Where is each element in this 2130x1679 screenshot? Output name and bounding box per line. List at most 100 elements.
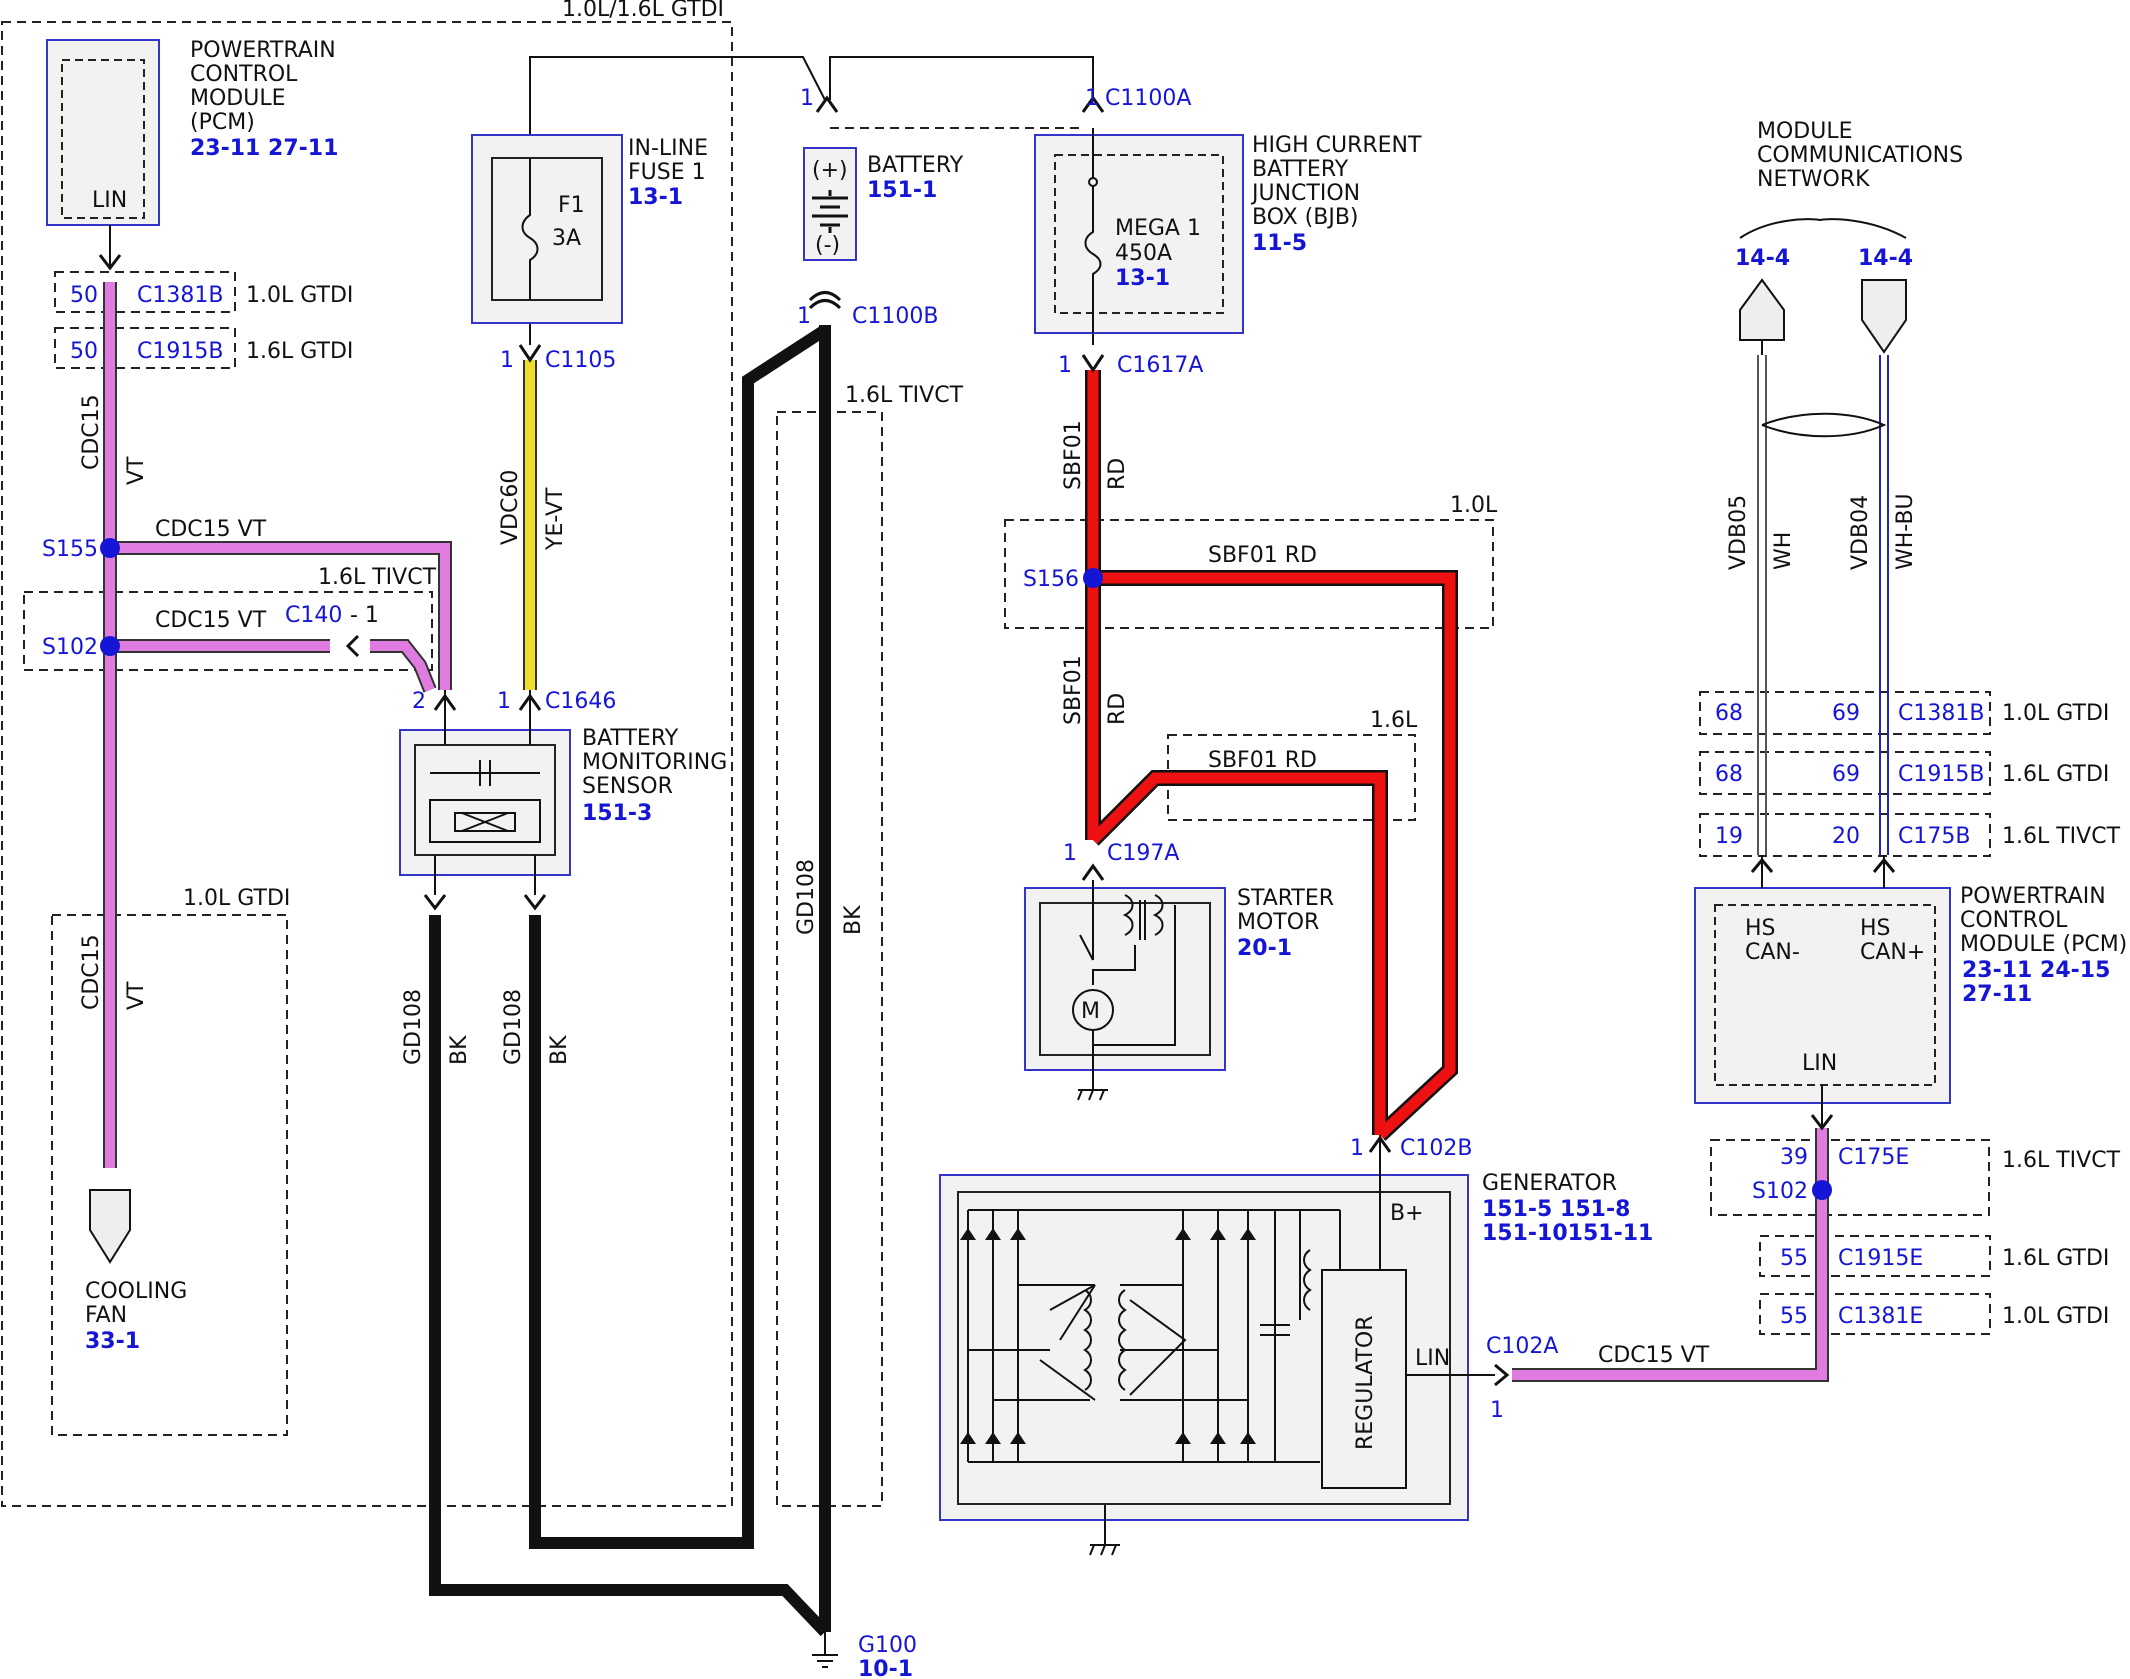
wire-label-ye-vt: YE-VT: [543, 487, 568, 551]
connector-icon-bms-a: [423, 894, 447, 911]
splice-label-s156: S156: [1023, 567, 1079, 592]
fan-title-1: COOLING: [85, 1279, 187, 1304]
conn-c197a: C197A: [1107, 841, 1179, 866]
connector-icon-bms-b: [523, 894, 547, 911]
inline-fuse-box: [471, 134, 623, 324]
conn-c102a: C102A: [1486, 1334, 1558, 1359]
wire-label-bk-b: BK: [547, 1035, 572, 1065]
network-ref-a: 14-4: [1735, 246, 1790, 271]
wire-label-sbf01-10l: SBF01 RD: [1208, 543, 1317, 568]
network-connector-a: [1739, 278, 1785, 355]
pcm2-ref-2: 27-11: [1962, 982, 2032, 1007]
conn-c1617a: C1617A: [1117, 353, 1203, 378]
connector-icon-c102a: [1494, 1363, 1510, 1387]
wire-label-sbf01-b: SBF01: [1061, 655, 1086, 725]
ground-g100-icon: [812, 1632, 838, 1668]
wire-label-cdc15-s155: CDC15 VT: [155, 517, 267, 542]
wire-label-cdc15-s102: CDC15 VT: [155, 608, 267, 633]
wire-label-vt-v2: VT: [124, 981, 149, 1010]
network-title-3: NETWORK: [1757, 167, 1870, 192]
connector-icon-c140: [345, 634, 360, 658]
conn-c175b: C175B: [1898, 824, 1970, 849]
pin-c1617a: 1: [1058, 353, 1072, 378]
label-gtdi16-b: 1.6L GTDI: [2002, 762, 2109, 787]
wire-label-vdb04: VDB04: [1848, 495, 1873, 570]
generator: [939, 1135, 1495, 1556]
label-tivct-3: 1.6L TIVCT: [2002, 824, 2121, 849]
splice-label-s102-right: S102: [1752, 1179, 1808, 1204]
ground-name: G100: [858, 1633, 917, 1658]
wiring-diagram: M 1.0L/1.6L GTDI 1.6L TIVCT 1.0L GTDI 1.…: [1, 0, 2127, 1679]
pcm-right: [1694, 887, 1951, 1128]
network-title-2: COMMUNICATIONS: [1757, 143, 1963, 168]
splice-s155: [100, 538, 120, 558]
pin-55-b: 55: [1780, 1304, 1808, 1329]
wire-label-sbf01-16l: SBF01 RD: [1208, 748, 1317, 773]
wire-cdc15-right: [1512, 1128, 1829, 1382]
pin-20: 20: [1832, 824, 1860, 849]
pin-c102b: 1: [1350, 1136, 1364, 1161]
pin-c1100a: 1: [1085, 86, 1099, 111]
gen-regulator: REGULATOR: [1353, 1316, 1378, 1450]
starter-motor: M: [1024, 880, 1226, 1101]
connector-icon-c1105: [518, 344, 542, 363]
label-1l: 1.0L: [1450, 493, 1498, 518]
label-tivct-4: 1.6L TIVCT: [2002, 1148, 2121, 1173]
fan-ref: 33-1: [85, 1329, 140, 1354]
conn-c140-pin: - 1: [350, 603, 379, 628]
pin-c197a: 1: [1063, 841, 1077, 866]
bjb-fuse-ref: 13-1: [1115, 266, 1170, 291]
conn-c1105: C1105: [545, 348, 616, 373]
pin-68-a: 68: [1715, 701, 1743, 726]
conn-c102b: C102B: [1400, 1136, 1472, 1161]
bms-title-3: SENSOR: [582, 774, 673, 799]
pcm-ref: 23-11 27-11: [190, 136, 338, 161]
conn-c1381e: C1381E: [1838, 1304, 1923, 1329]
network-brace: [1739, 218, 1907, 239]
splice-s102-right: [1812, 1180, 1832, 1200]
wire-gd108-b: [529, 324, 829, 1549]
network-connector-b: [1861, 279, 1907, 354]
wire-label-sbf01-a: SBF01: [1061, 420, 1086, 490]
battery-plus: (+): [812, 158, 848, 183]
gen-bplus: B+: [1390, 1201, 1424, 1226]
wire-label-cdc15-v2: CDC15: [79, 934, 104, 1010]
connector-icon-c1617a: [1081, 354, 1105, 373]
battery-monitoring-sensor: [399, 690, 571, 895]
pcm2-ref-1: 23-11 24-15: [1962, 958, 2110, 983]
pcm-title-4: (PCM): [190, 110, 255, 135]
label-gtdi16-a: 1.6L GTDI: [246, 339, 353, 364]
label-gtdi10-a: 1.0L GTDI: [246, 283, 353, 308]
conn-c175e: C175E: [1838, 1145, 1909, 1170]
wire-label-rd-b: RD: [1105, 693, 1130, 725]
bjb-title-3: JUNCTION: [1250, 181, 1360, 206]
battery-ref: 151-1: [867, 178, 937, 203]
splice-label-s155: S155: [42, 537, 98, 562]
starter-ref: 20-1: [1237, 936, 1292, 961]
splice-s156: [1083, 568, 1103, 588]
pin-c1100a-left: 1: [800, 86, 814, 111]
wire-label-wh-bu: WH-BU: [1893, 493, 1918, 570]
wire-label-wh: WH: [1771, 532, 1796, 570]
bjb-ref: 11-5: [1252, 231, 1307, 256]
label-gtdi10-b: 1.0L GTDI: [2002, 701, 2109, 726]
gen-ref-2: 151-10151-11: [1482, 1221, 1653, 1246]
wire-label-cdc15-right: CDC15 VT: [1598, 1343, 1710, 1368]
wire-label-vdc60: VDC60: [498, 470, 523, 545]
pcm2-title-2: CONTROL: [1960, 908, 2068, 933]
wire-label-vt-v1: VT: [124, 456, 149, 485]
pin-19: 19: [1715, 824, 1743, 849]
splice-label-s102: S102: [42, 635, 98, 660]
pin-69-b: 69: [1832, 762, 1860, 787]
bjb-fuse: MEGA 1: [1115, 216, 1201, 241]
pcm-title-3: MODULE: [190, 86, 286, 111]
pin-c102a: 1: [1490, 1398, 1504, 1423]
conn-c1100a: C1100A: [1105, 86, 1191, 111]
bjb-rating: 450A: [1115, 241, 1172, 266]
pcm2-pin-lin: LIN: [1802, 1051, 1837, 1076]
pin-68-b: 68: [1715, 762, 1743, 787]
label-gtdi10-c: 1.0L GTDI: [2002, 1304, 2109, 1329]
cooling-fan-icon: [89, 1189, 131, 1264]
bms-title-1: BATTERY: [582, 726, 679, 751]
wire-top-bjb: [829, 56, 1094, 100]
